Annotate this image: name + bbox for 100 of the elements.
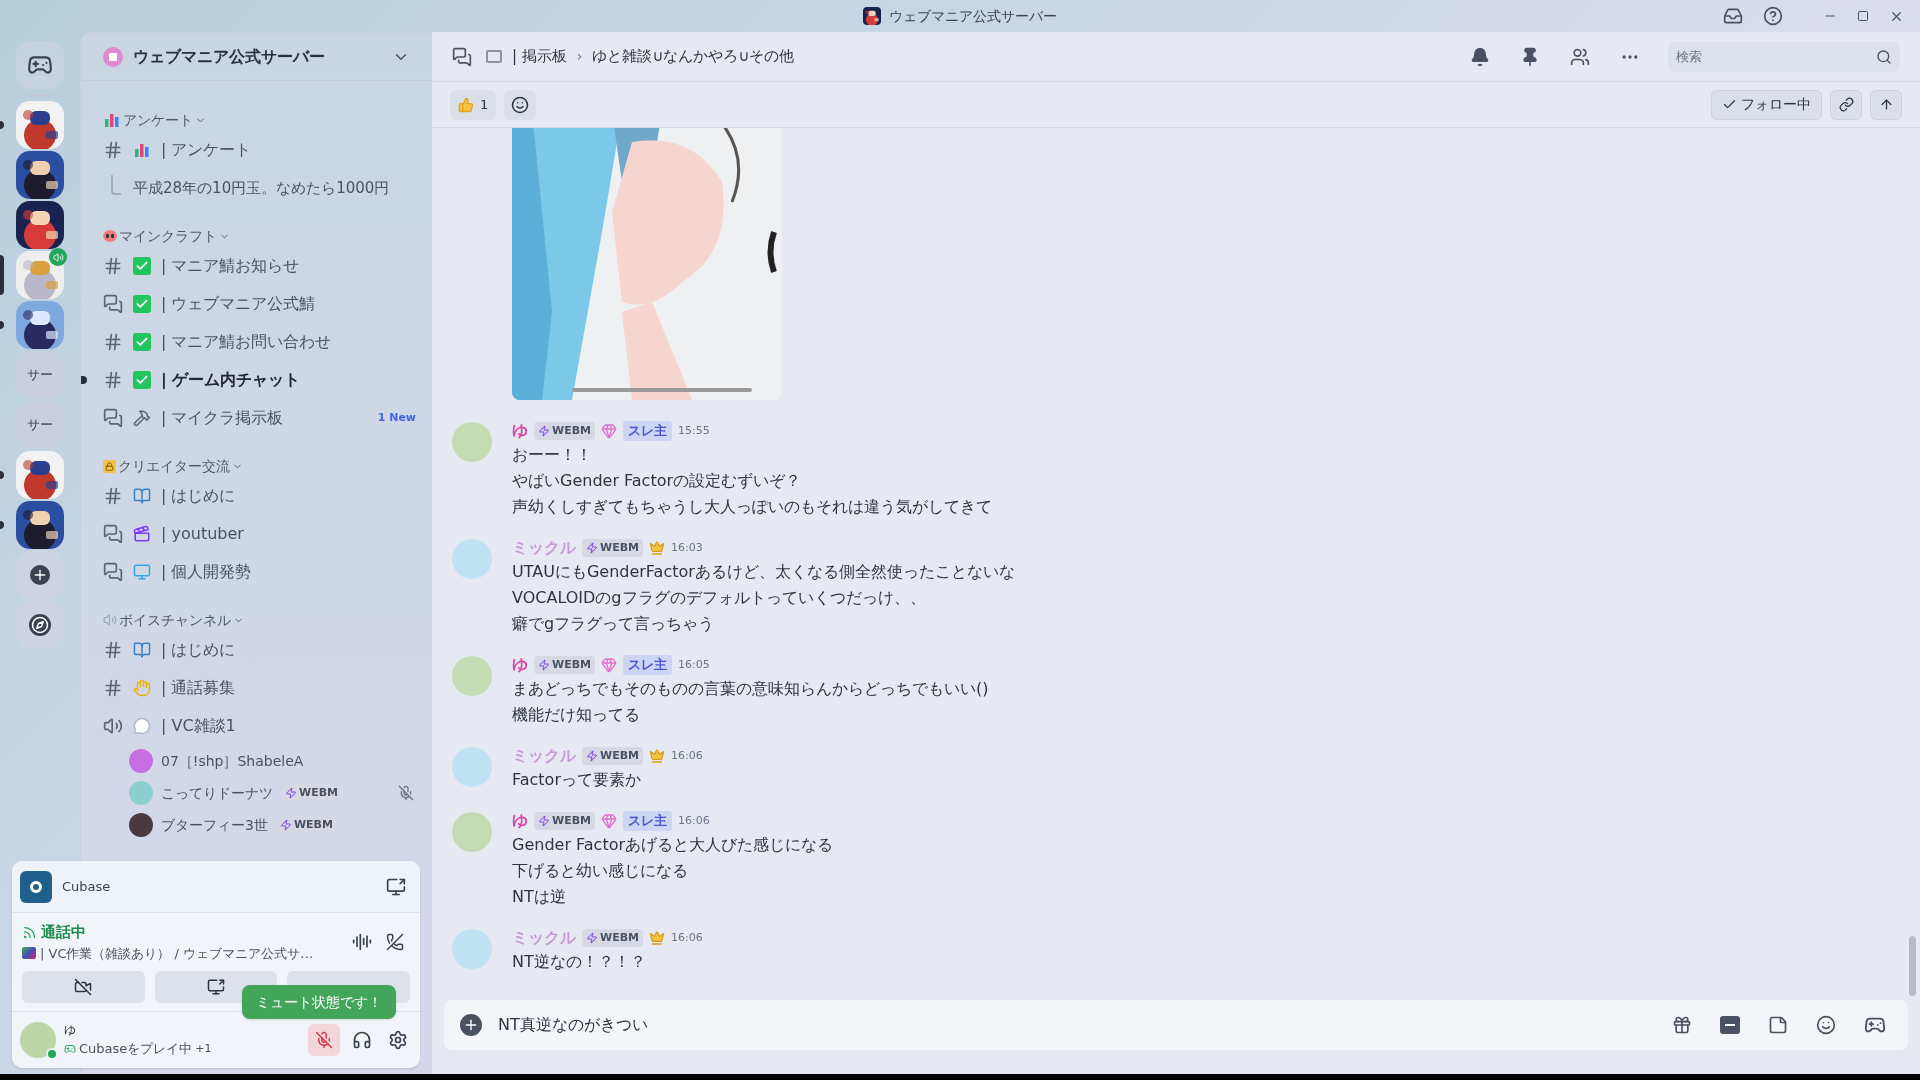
scrollbar-thumb (1909, 936, 1916, 996)
channel-item[interactable]: | はじめに (81, 477, 422, 515)
message-text: UTAUにもGenderFactorあるけど、太くなる側全然使ったことないな (512, 561, 1015, 583)
server-icon[interactable]: サー (16, 351, 64, 399)
message-field[interactable]: NT真逆なのがきつい (444, 1000, 1908, 1050)
channel-item[interactable]: | アンケート (81, 131, 422, 169)
category-header[interactable]: ボイスチャンネル (81, 609, 422, 631)
category-header[interactable]: アンケート (81, 109, 422, 131)
copy-link-button[interactable] (1830, 89, 1862, 120)
message-input[interactable]: NT真逆なのがきつい (498, 1013, 1650, 1037)
hash-icon (103, 332, 123, 352)
sound-wave-icon[interactable] (352, 932, 372, 952)
voice-channel-link[interactable]: | VC作業（雑談あり） / ウェブマニア公式サ… (40, 943, 314, 963)
member-tag: WEBM (281, 784, 342, 802)
lightning-icon (586, 542, 598, 554)
screen-share-icon (207, 978, 225, 996)
follow-button[interactable]: フォロー中 (1711, 89, 1822, 120)
hammer-icon (133, 409, 151, 427)
headphones-icon[interactable] (352, 1030, 372, 1050)
timestamp: 15:55 (678, 422, 710, 439)
lightning-icon (538, 425, 550, 437)
channel-item[interactable]: | VC雑談1 (81, 707, 422, 745)
smile-icon (511, 95, 530, 114)
screen-share-icon[interactable] (386, 876, 406, 897)
server-icon[interactable] (16, 451, 64, 499)
member-name[interactable]: ブターフィー3世 (161, 814, 268, 836)
voice-status: 通話中 (41, 922, 86, 943)
message-text: まあどっちでもそのものの言葉の意味知らんからどっちでもいい() (512, 678, 989, 700)
app-icon (20, 870, 52, 903)
channel-item[interactable]: | マイクラ掲示板 1 New (81, 399, 422, 437)
help-icon[interactable] (1763, 6, 1783, 26)
search-field[interactable]: 検索 (1668, 41, 1900, 72)
member-tag: WEBM (582, 747, 643, 765)
hash-icon (103, 140, 123, 160)
member-name[interactable]: 07［!shp］ShabeleA (161, 750, 304, 772)
member-name[interactable]: こってりドーナツ (161, 782, 273, 804)
mute-button[interactable] (308, 1024, 340, 1056)
inbox-icon[interactable] (1723, 6, 1743, 26)
speaker-icon (103, 613, 117, 627)
discover-button[interactable] (16, 601, 64, 649)
camera-off-icon (74, 978, 93, 996)
add-attachment-icon[interactable] (460, 1014, 482, 1036)
check-icon (133, 257, 151, 275)
emoji-icon[interactable] (1816, 1015, 1836, 1035)
author-name[interactable]: ゆ (512, 419, 528, 443)
gift-icon[interactable] (1672, 1015, 1692, 1035)
members-icon[interactable] (1570, 46, 1590, 67)
channel-item[interactable]: | ウェブマニア公式鯖 (81, 285, 422, 323)
channel-emoji-icon (22, 947, 36, 960)
op-label: スレ主 (623, 811, 672, 831)
channel-item[interactable]: | はじめに (81, 631, 422, 669)
channel-item[interactable]: | マニア鯖お問い合わせ (81, 323, 422, 361)
timestamp: 16:06 (671, 929, 703, 946)
add-reaction-button[interactable] (504, 89, 537, 120)
message-text: 機能だけ知ってる (512, 704, 641, 726)
maximize-icon[interactable] (1857, 10, 1869, 22)
thread-item[interactable]: 平成28年の10円玉。なめたら1000円 (133, 176, 390, 207)
server-name[interactable]: ウェブマニア公式サーバー (133, 44, 382, 69)
settings-icon[interactable] (388, 1030, 408, 1050)
lightning-icon (538, 659, 550, 671)
new-count-label: 1 New (377, 409, 417, 426)
op-label: スレ主 (623, 421, 672, 441)
hand-icon (133, 679, 151, 697)
pin-icon[interactable] (1520, 46, 1540, 67)
check-icon (133, 371, 151, 389)
server-icon[interactable] (16, 301, 64, 349)
sticker-icon[interactable] (1768, 1015, 1788, 1035)
hang-up-icon[interactable] (386, 933, 404, 951)
channel-item[interactable]: | 個人開発勢 (81, 553, 422, 591)
camera-button[interactable] (22, 971, 145, 1003)
category-header[interactable]: マインクラフト (81, 225, 422, 247)
forum-icon (103, 294, 123, 314)
user-avatar (452, 422, 492, 462)
scroll-up-button[interactable] (1870, 89, 1902, 120)
user-name: ゆ (64, 1022, 77, 1040)
channel-item[interactable]: | youtuber (81, 515, 422, 553)
author-name[interactable]: ゆ (512, 653, 528, 677)
channel-item[interactable]: | ゲーム内チャット (81, 361, 422, 399)
author-name[interactable]: ゆ (512, 809, 528, 833)
member-tag: WEBM (582, 929, 643, 947)
server-icon[interactable] (16, 501, 64, 549)
channel-item[interactable]: | マニア鯖お知らせ (81, 247, 422, 285)
home-badge-icon (103, 46, 123, 67)
bell-icon[interactable] (1470, 46, 1490, 67)
add-server-button[interactable] (16, 551, 64, 599)
check-icon (133, 333, 151, 351)
message-text: Factorって要素か (512, 769, 642, 791)
search-icon[interactable] (1876, 48, 1892, 65)
channel-item[interactable]: | 通話募集 (81, 669, 422, 707)
server-icon[interactable] (16, 201, 64, 249)
category-header[interactable]: クリエイター交流 (81, 455, 422, 477)
server-icon[interactable] (16, 101, 64, 149)
server-icon[interactable]: サー (16, 401, 64, 449)
home-button[interactable] (16, 41, 64, 89)
lightning-icon (279, 819, 292, 831)
server-icon[interactable] (16, 151, 64, 199)
reaction-button[interactable]: 1 (450, 89, 497, 120)
lightning-icon (586, 932, 598, 944)
breadcrumb-separator: › (576, 47, 583, 66)
breadcrumb-link[interactable]: | 掲示板 (512, 45, 567, 68)
